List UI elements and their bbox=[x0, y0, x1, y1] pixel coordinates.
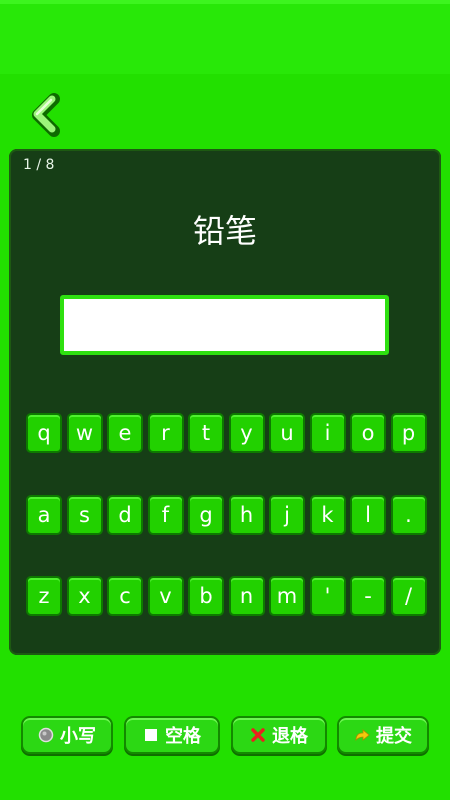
key-b[interactable]: b bbox=[188, 576, 224, 616]
key-r[interactable]: r bbox=[147, 413, 184, 453]
key-apostrophe[interactable]: ' bbox=[309, 576, 346, 616]
square-icon bbox=[145, 729, 157, 741]
key-t[interactable]: t bbox=[188, 413, 224, 453]
backspace-button[interactable]: 退格 bbox=[231, 716, 327, 754]
key-s[interactable]: s bbox=[66, 495, 103, 535]
close-icon bbox=[251, 728, 265, 742]
key-n[interactable]: n bbox=[228, 576, 265, 616]
submit-button[interactable]: 提交 bbox=[337, 716, 429, 754]
key-v[interactable]: v bbox=[147, 576, 184, 616]
key-l[interactable]: l bbox=[350, 495, 386, 535]
key-f[interactable]: f bbox=[147, 495, 184, 535]
space-label: 空格 bbox=[165, 726, 201, 747]
arrow-right-icon bbox=[355, 729, 370, 741]
key-hyphen[interactable]: - bbox=[350, 576, 386, 616]
key-d[interactable]: d bbox=[107, 495, 143, 535]
target-word: 铅笔 bbox=[192, 212, 257, 250]
key-e[interactable]: e bbox=[107, 413, 143, 453]
key-p[interactable]: p bbox=[390, 413, 427, 453]
key-slash[interactable]: / bbox=[390, 576, 427, 616]
quiz-board: 1 / 8 铅笔 q w e r t y u i o p a s d f g h… bbox=[9, 149, 441, 655]
key-m[interactable]: m bbox=[269, 576, 305, 616]
space-button[interactable]: 空格 bbox=[124, 716, 220, 754]
progress-counter: 1 / 8 bbox=[23, 157, 55, 173]
lowercase-label: 小写 bbox=[60, 726, 96, 747]
key-x[interactable]: x bbox=[66, 576, 103, 616]
key-z[interactable]: z bbox=[26, 576, 62, 616]
radio-circle-icon bbox=[38, 727, 54, 743]
top-bar bbox=[0, 0, 450, 74]
key-period[interactable]: . bbox=[390, 495, 427, 535]
answer-input[interactable] bbox=[60, 295, 389, 355]
key-g[interactable]: g bbox=[188, 495, 224, 535]
key-k[interactable]: k bbox=[309, 495, 346, 535]
key-w[interactable]: w bbox=[66, 413, 103, 453]
key-c[interactable]: c bbox=[107, 576, 143, 616]
keyboard-row-1: q w e r t y u i o p bbox=[26, 413, 430, 453]
backspace-label: 退格 bbox=[272, 726, 308, 747]
submit-label: 提交 bbox=[376, 726, 412, 747]
key-q[interactable]: q bbox=[26, 413, 62, 453]
lowercase-button[interactable]: 小写 bbox=[21, 716, 113, 754]
key-h[interactable]: h bbox=[228, 495, 265, 535]
key-u[interactable]: u bbox=[269, 413, 305, 453]
keyboard-row-3: z x c v b n m ' - / bbox=[26, 576, 430, 616]
keyboard-row-2: a s d f g h j k l . bbox=[26, 495, 430, 535]
chevron-left-icon bbox=[32, 93, 60, 137]
key-o[interactable]: o bbox=[350, 413, 386, 453]
key-i[interactable]: i bbox=[309, 413, 346, 453]
key-a[interactable]: a bbox=[26, 495, 62, 535]
key-j[interactable]: j bbox=[269, 495, 305, 535]
key-y[interactable]: y bbox=[228, 413, 265, 453]
back-button[interactable] bbox=[28, 93, 64, 137]
